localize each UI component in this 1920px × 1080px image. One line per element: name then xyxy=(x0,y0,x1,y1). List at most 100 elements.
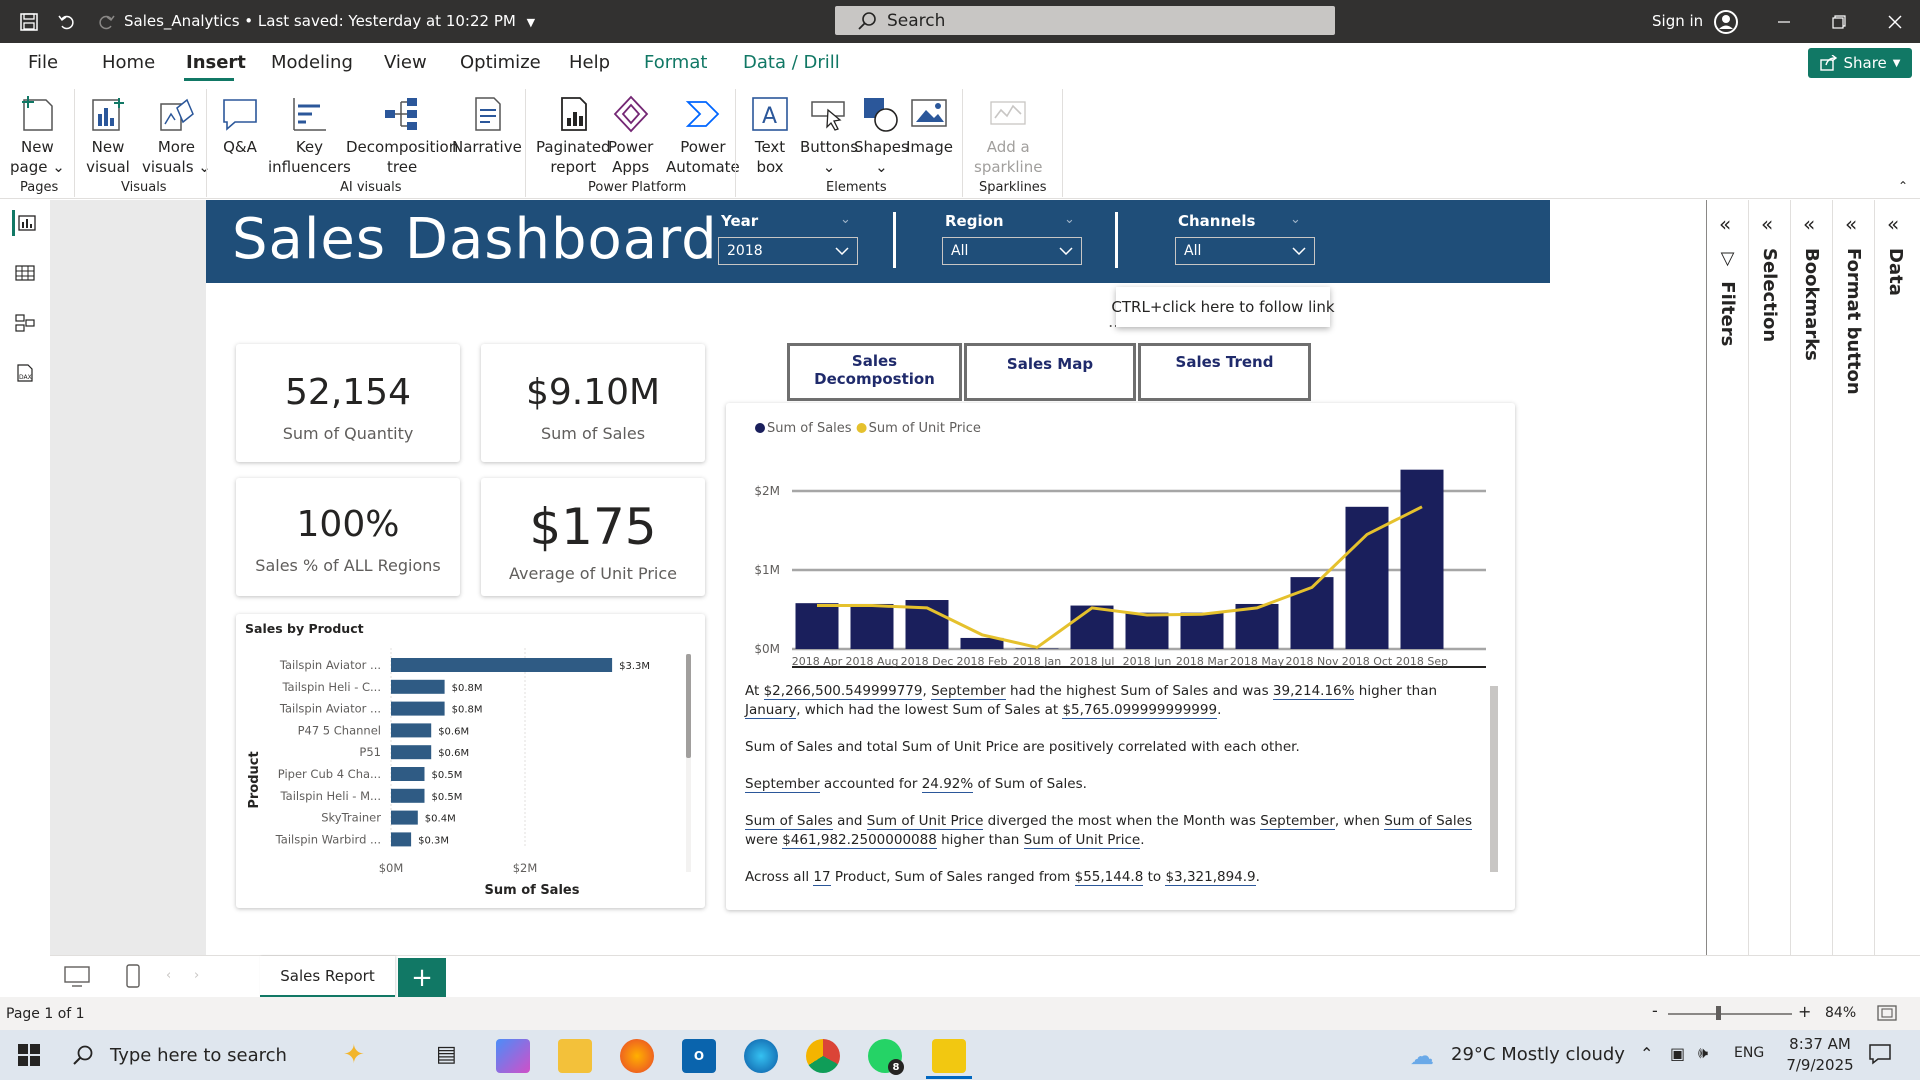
zoom-slider[interactable] xyxy=(1668,1013,1792,1015)
kpi-card-sales-percent[interactable]: 100% Sales % of ALL Regions xyxy=(236,478,460,596)
narrative-value-link[interactable]: Sum of Sales xyxy=(1384,813,1473,830)
expand-pane-icon[interactable]: « xyxy=(1761,212,1773,236)
report-view-icon[interactable] xyxy=(12,210,38,236)
key-influencers-button[interactable]: Key influencers xyxy=(268,91,351,177)
year-slicer-dropdown[interactable]: 2018 xyxy=(718,237,858,265)
narrative-value-link[interactable]: $461,982.2500000088 xyxy=(782,832,937,849)
file-explorer-icon[interactable] xyxy=(558,1039,592,1073)
text-box-button[interactable]: A Text box xyxy=(748,91,792,177)
save-icon[interactable] xyxy=(18,11,40,33)
zoom-in-icon[interactable]: + xyxy=(1798,1002,1811,1021)
product-bar[interactable] xyxy=(391,723,432,738)
expand-pane-icon[interactable]: « xyxy=(1845,212,1857,236)
redo-icon[interactable] xyxy=(95,11,117,33)
power-automate-button[interactable]: Power Automate xyxy=(666,91,740,177)
chevron-down-icon[interactable]: ⌄ xyxy=(1290,212,1301,227)
close-icon[interactable] xyxy=(1884,11,1906,33)
menu-view[interactable]: View xyxy=(384,52,427,73)
narrative-value-link[interactable]: $3,321,894.9 xyxy=(1165,869,1256,886)
sales-bar[interactable] xyxy=(1180,612,1224,649)
narrative-button[interactable]: Narrative xyxy=(452,91,522,157)
dax-query-view-icon[interactable]: DAX xyxy=(12,360,38,386)
language-indicator[interactable]: ENG xyxy=(1734,1045,1764,1061)
power-apps-button[interactable]: Power Apps xyxy=(608,91,653,177)
task-view-icon[interactable]: ▤ xyxy=(436,1042,457,1067)
chevron-down-icon[interactable]: ⌄ xyxy=(840,212,851,227)
sales-bar[interactable] xyxy=(795,603,839,649)
volume-icon[interactable]: 🕪 xyxy=(1698,1043,1708,1063)
sales-by-product-visual[interactable]: Sales by Product Product Sum of Sales $0… xyxy=(236,614,705,908)
product-bar[interactable] xyxy=(391,745,432,760)
product-bar[interactable] xyxy=(391,767,425,781)
desktop-layout-icon[interactable] xyxy=(64,966,90,992)
undo-icon[interactable] xyxy=(56,11,78,33)
channels-slicer-dropdown[interactable]: All xyxy=(1175,237,1315,265)
fit-to-page-icon[interactable] xyxy=(1877,1004,1897,1026)
product-bar[interactable] xyxy=(391,679,445,694)
windows-start-icon[interactable] xyxy=(18,1044,40,1070)
narrative-value-link[interactable]: Sum of Sales xyxy=(745,813,833,830)
outlook-icon[interactable]: O xyxy=(682,1039,716,1073)
share-button[interactable]: Share ▼ xyxy=(1808,48,1912,78)
whatsapp-icon[interactable]: 8 xyxy=(868,1039,904,1075)
next-page-icon[interactable]: › xyxy=(194,968,199,983)
sales-decomposition-button[interactable]: Sales Decompostion xyxy=(787,343,962,401)
restore-icon[interactable] xyxy=(1828,11,1850,33)
account-avatar-icon[interactable] xyxy=(1712,8,1740,36)
taskbar-search-input[interactable]: Type here to search ✦ xyxy=(60,1030,420,1080)
format-button-pane[interactable]: « Format button xyxy=(1833,200,1875,955)
new-page-button[interactable]: New page ⌄ xyxy=(10,91,65,177)
chevron-down-icon[interactable]: ⌄ xyxy=(1064,212,1075,227)
product-bar[interactable] xyxy=(391,832,412,847)
expand-pane-icon[interactable]: « xyxy=(1887,212,1899,236)
chart-scrollbar-thumb[interactable] xyxy=(686,654,691,758)
shapes-button[interactable]: Shapes ⌄ xyxy=(854,91,909,177)
chrome-icon[interactable] xyxy=(806,1039,840,1073)
product-bar[interactable] xyxy=(391,810,418,825)
table-view-icon[interactable] xyxy=(12,260,38,286)
menu-insert[interactable]: Insert xyxy=(186,52,246,73)
narrative-value-link[interactable]: Sum of Unit Price xyxy=(866,813,984,830)
mobile-layout-icon[interactable] xyxy=(126,964,140,992)
selection-pane[interactable]: « Selection xyxy=(1749,200,1791,955)
product-bar[interactable] xyxy=(391,788,425,803)
narrative-scrollbar[interactable] xyxy=(1490,686,1498,872)
legend-label[interactable]: Sum of Sales xyxy=(767,421,852,436)
filters-pane[interactable]: « ▽ Filters xyxy=(1707,200,1749,955)
firefox-icon[interactable] xyxy=(620,1039,654,1073)
collapse-ribbon-icon[interactable]: ⌃ xyxy=(1898,179,1908,193)
narrative-value-link[interactable]: 24.92% xyxy=(921,776,974,793)
menu-help[interactable]: Help xyxy=(569,52,610,73)
narrative-value-link[interactable]: 17 xyxy=(813,869,831,886)
product-bar[interactable] xyxy=(391,658,613,672)
narrative-value-link[interactable]: Sum of Unit Price xyxy=(1023,832,1141,849)
menu-file[interactable]: File xyxy=(28,52,58,73)
model-view-icon[interactable] xyxy=(12,310,38,336)
bookmarks-pane[interactable]: « Bookmarks xyxy=(1791,200,1833,955)
qa-button[interactable]: Q&A xyxy=(218,91,262,157)
menu-optimize[interactable]: Optimize xyxy=(460,52,541,73)
zoom-out-icon[interactable]: - xyxy=(1652,1001,1658,1020)
expand-pane-icon[interactable]: « xyxy=(1803,212,1815,236)
narrative-value-link[interactable]: 39,214.16% xyxy=(1272,683,1355,700)
weather-text[interactable]: 29°C Mostly cloudy xyxy=(1451,1044,1625,1065)
document-title[interactable]: Sales_Analytics • Last saved: Yesterday … xyxy=(124,12,535,30)
chevron-up-icon[interactable]: ⌃ xyxy=(1640,1044,1653,1063)
narrative-value-link[interactable]: September xyxy=(745,776,820,793)
expand-pane-icon[interactable]: « xyxy=(1719,212,1731,236)
sales-bar[interactable] xyxy=(850,603,894,649)
sales-trend-button[interactable]: Sales Trend xyxy=(1138,343,1311,401)
decomposition-tree-button[interactable]: Decomposition tree xyxy=(346,91,458,177)
narrative-value-link[interactable]: $55,144.8 xyxy=(1074,869,1144,886)
buttons-button[interactable]: Buttons ⌄ xyxy=(800,91,858,177)
chevron-down-icon[interactable]: ▼ xyxy=(527,16,535,29)
sign-in-link[interactable]: Sign in xyxy=(1652,12,1703,30)
new-visual-button[interactable]: New visual xyxy=(86,91,130,177)
add-page-button[interactable]: + xyxy=(398,958,446,998)
menu-modeling[interactable]: Modeling xyxy=(271,52,353,73)
zoom-slider-thumb[interactable] xyxy=(1716,1006,1721,1020)
previous-page-icon[interactable]: ‹ xyxy=(166,968,171,983)
product-bar[interactable] xyxy=(391,701,445,716)
network-icon[interactable]: ▣ xyxy=(1670,1044,1685,1063)
sales-bar[interactable] xyxy=(1125,612,1169,649)
